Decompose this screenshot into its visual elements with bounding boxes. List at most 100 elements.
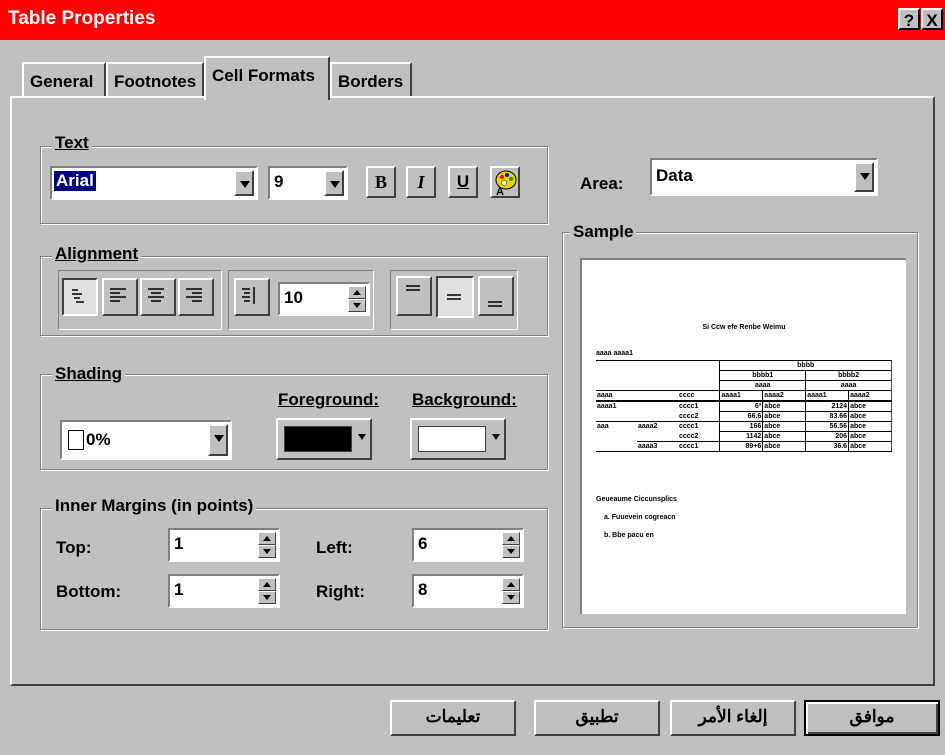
spinner-arrows[interactable] — [258, 532, 276, 558]
sample-header-row: bbbb — [596, 360, 892, 371]
background-swatch — [418, 426, 486, 452]
bottom-margin-spinner[interactable]: 1 — [168, 574, 280, 608]
margins-group — [40, 508, 548, 630]
underline-button[interactable]: U — [448, 166, 478, 198]
palette-icon: A — [495, 170, 517, 198]
sample-row: aaa aaaa2 cccc1 166 abce 56.56 abce — [596, 421, 892, 432]
margins-group-label: Inner Margins (in points) — [52, 496, 257, 516]
tab-borders[interactable]: Borders — [330, 62, 412, 98]
bold-button[interactable]: B — [366, 166, 396, 198]
spin-up-icon[interactable] — [258, 532, 276, 545]
sample-header-mid: bbbb1 — [719, 370, 806, 381]
left-label: Left: — [316, 538, 353, 557]
help-title-button[interactable]: ? — [898, 8, 920, 30]
area-label: Area: — [580, 174, 624, 193]
font-color-button[interactable]: A — [490, 166, 520, 198]
close-button[interactable]: X — [921, 8, 943, 30]
align-mixed-button[interactable] — [62, 278, 98, 316]
italic-button[interactable]: I — [406, 166, 436, 198]
spin-up-icon[interactable] — [258, 578, 276, 591]
align-decimal-button[interactable] — [234, 278, 270, 316]
tab-footnotes[interactable]: Footnotes — [106, 62, 204, 98]
right-margin-spinner[interactable]: 8 — [412, 574, 524, 608]
align-left-button[interactable] — [102, 278, 138, 316]
sample-col-head: aaaa — [596, 390, 637, 401]
pattern-swatch-icon — [68, 430, 84, 450]
background-color-button[interactable] — [410, 418, 506, 460]
chevron-down-icon — [492, 434, 500, 440]
spin-down-icon[interactable] — [502, 545, 520, 558]
sample-header-sub: aaaa — [805, 380, 892, 391]
sample-header-top: bbbb — [719, 360, 892, 371]
svg-text:A: A — [496, 186, 504, 196]
spin-up-icon[interactable] — [502, 578, 520, 591]
spin-up-icon[interactable] — [502, 532, 520, 545]
spinner-arrows[interactable] — [348, 286, 366, 312]
align-left-icon — [110, 288, 126, 302]
bottom-margin-value: 1 — [174, 580, 184, 599]
shading-pattern-select[interactable]: 0% — [60, 420, 232, 460]
font-select[interactable]: Arial — [50, 166, 258, 200]
spin-up-icon[interactable] — [348, 286, 366, 299]
align-middle-icon — [447, 294, 461, 300]
spinner-arrows[interactable] — [502, 532, 520, 558]
align-middle-button[interactable] — [436, 276, 474, 318]
align-top-icon — [406, 285, 420, 291]
sample-row: aaaa3 cccc1 89+6 abce 36.6 abce — [596, 441, 892, 452]
indent-spinner[interactable]: 10 — [278, 282, 370, 316]
chevron-down-icon[interactable] — [234, 170, 254, 196]
sample-col-head: aaaa1 — [805, 390, 850, 402]
tab-general[interactable]: General — [22, 62, 106, 98]
align-decimal-icon — [242, 287, 255, 304]
pattern-value: 0% — [86, 430, 111, 449]
sample-col-head-row: aaaa cccc aaaa1 aaaa2 aaaa1 aaaa2 — [596, 390, 892, 402]
cancel-button[interactable]: إلغاء الأمر — [670, 700, 796, 736]
sample-col-head: aaaa2 — [848, 390, 892, 402]
ok-button[interactable]: موافق — [804, 700, 940, 736]
align-right-button[interactable] — [178, 278, 214, 316]
tab-cell-formats[interactable]: Cell Formats — [204, 56, 330, 100]
spinner-arrows[interactable] — [258, 578, 276, 604]
sample-header-sub: aaaa — [719, 380, 806, 391]
align-top-button[interactable] — [396, 276, 432, 316]
alignment-group-label: Alignment — [52, 244, 142, 264]
chevron-down-icon[interactable] — [854, 162, 874, 192]
right-margin-value: 8 — [418, 580, 428, 599]
indent-value: 10 — [284, 288, 303, 307]
sample-table: bbbb bbbb1 bbbb2 aaaa aaaa aaaa cccc aaa… — [596, 360, 892, 452]
sample-header-mid: bbbb2 — [805, 370, 892, 381]
sample-col-head: cccc — [677, 390, 720, 401]
help-button[interactable]: تعليمات — [390, 700, 516, 736]
sample-col-head: aaaa1 — [719, 390, 764, 402]
foreground-label: Foreground: — [278, 390, 380, 409]
chevron-down-icon[interactable] — [324, 170, 344, 196]
align-center-button[interactable] — [140, 278, 176, 316]
sample-header-row: bbbb1 bbbb2 — [596, 370, 892, 381]
sample-row: cccc2 66.6 abce 83.66 abce — [596, 411, 892, 422]
foreground-color-button[interactable] — [276, 418, 372, 460]
sample-group-label: Sample — [570, 222, 637, 242]
align-center-icon — [148, 288, 164, 302]
area-value: Data — [656, 166, 693, 185]
top-margin-spinner[interactable]: 1 — [168, 528, 280, 562]
area-select[interactable]: Data — [650, 158, 878, 196]
left-margin-spinner[interactable]: 6 — [412, 528, 524, 562]
chevron-down-icon[interactable] — [208, 424, 228, 456]
spinner-arrows[interactable] — [502, 578, 520, 604]
sample-row: cccc2 1142 abce 206 abce — [596, 431, 892, 442]
font-size-select[interactable]: 9 — [268, 166, 348, 200]
align-right-icon — [186, 288, 202, 302]
spin-down-icon[interactable] — [258, 545, 276, 558]
sample-note: a. Fuuevein cogreacn — [604, 514, 676, 521]
spin-down-icon[interactable] — [502, 591, 520, 604]
spin-down-icon[interactable] — [348, 299, 366, 312]
right-label: Right: — [316, 582, 366, 601]
bottom-label: Bottom: — [56, 582, 122, 601]
align-bottom-button[interactable] — [478, 276, 514, 316]
background-label: Background: — [412, 390, 517, 409]
shading-group-label: Shading — [52, 364, 126, 384]
apply-button[interactable]: تطبيق — [534, 700, 660, 736]
sample-header-row: aaaa aaaa — [596, 380, 892, 391]
spin-down-icon[interactable] — [258, 591, 276, 604]
window-title: Table Properties — [8, 8, 156, 29]
